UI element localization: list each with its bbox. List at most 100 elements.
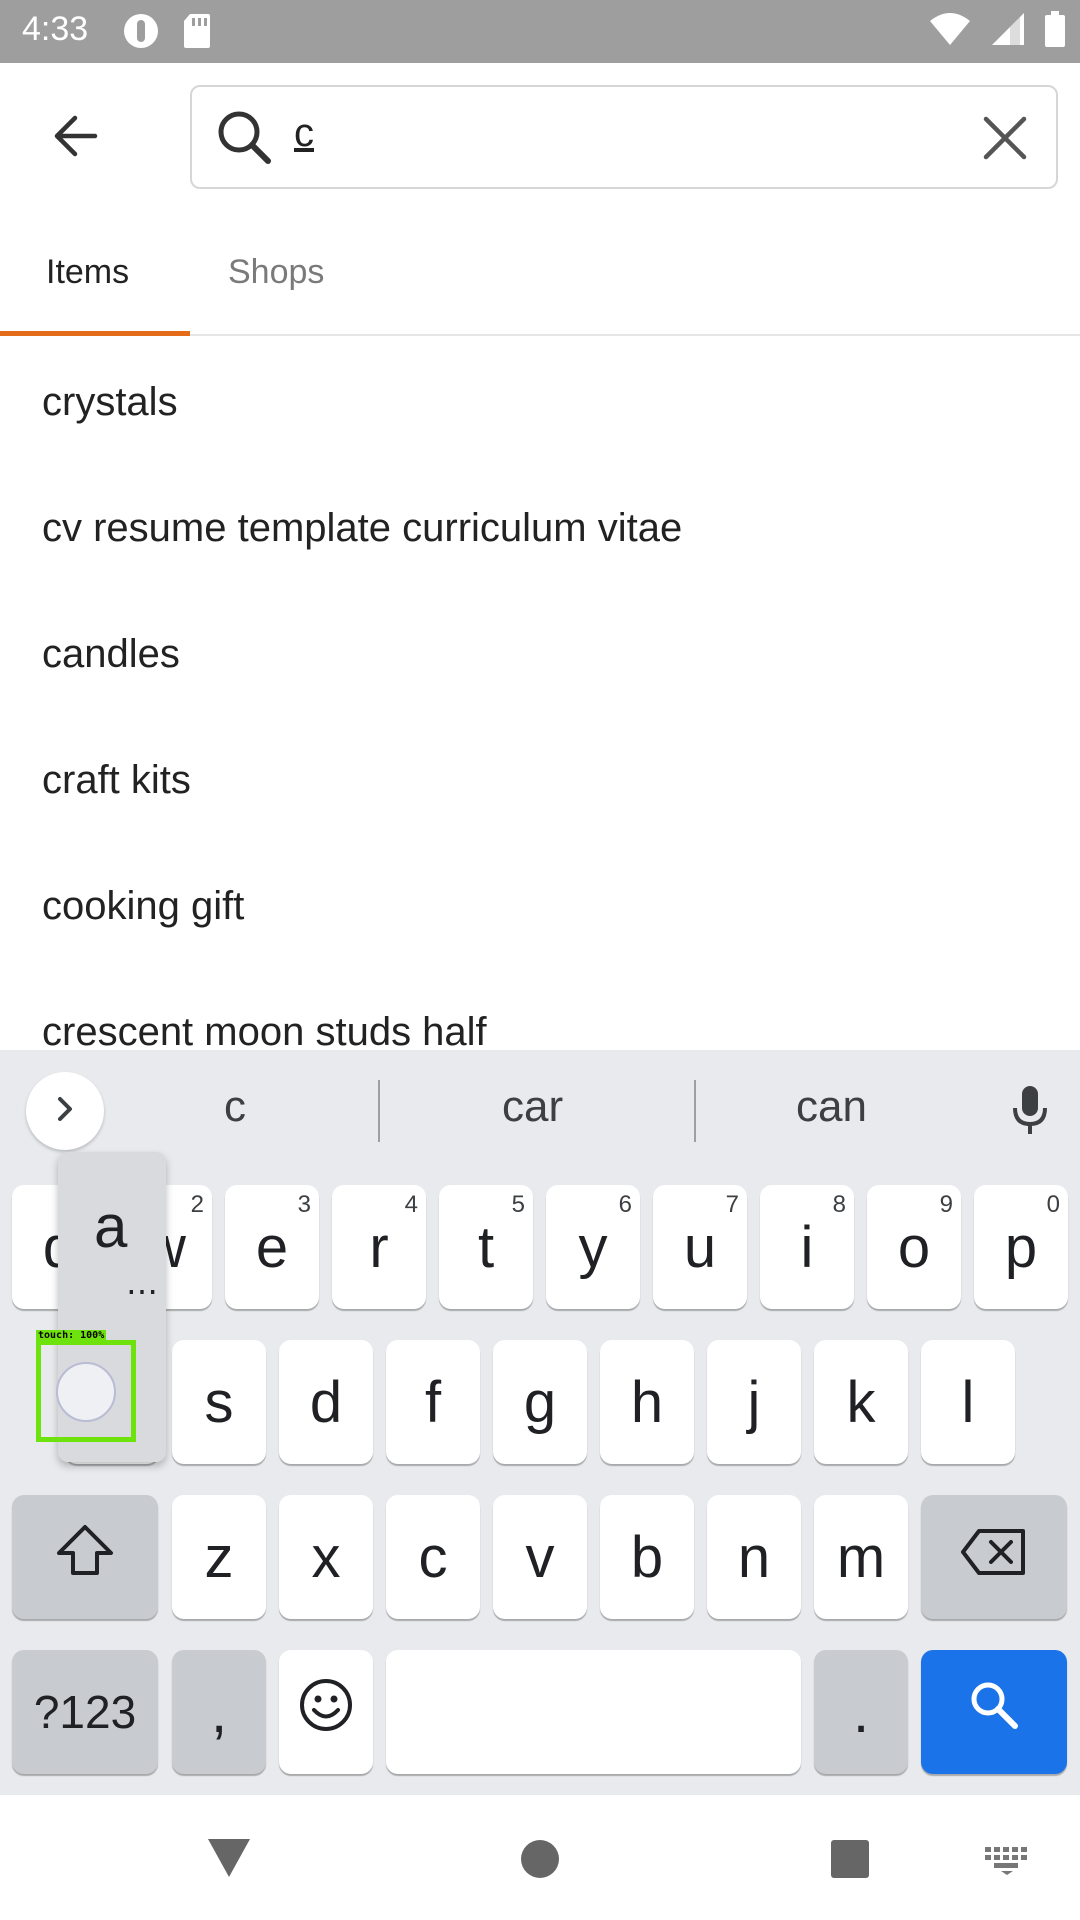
key-c[interactable]: c — [386, 1495, 480, 1619]
key-label: z — [204, 1524, 234, 1590]
suggestion-item[interactable]: cv resume template curriculum vitae — [42, 506, 682, 551]
suggestion-item[interactable]: candles — [42, 632, 180, 677]
emoji-key[interactable] — [279, 1650, 373, 1774]
key-z[interactable]: z — [172, 1495, 266, 1619]
key-m[interactable]: m — [814, 1495, 908, 1619]
key-e[interactable]: e3 — [225, 1185, 319, 1309]
key-label: s — [204, 1369, 234, 1435]
keyboard-suggestion[interactable]: c — [224, 1082, 246, 1132]
key-label: c — [418, 1524, 448, 1590]
sd-card-icon — [182, 12, 212, 54]
key-label: h — [630, 1369, 664, 1435]
key-u[interactable]: u7 — [653, 1185, 747, 1309]
key-x[interactable]: x — [279, 1495, 373, 1619]
key-label: v — [525, 1524, 555, 1590]
popup-letter: a — [94, 1193, 128, 1260]
key-label: r — [369, 1214, 389, 1280]
keyboard-suggestion-strip: c car can — [0, 1050, 1080, 1160]
shift-key[interactable] — [12, 1495, 158, 1619]
space-key[interactable] — [386, 1650, 801, 1774]
status-time: 4:33 — [22, 10, 89, 48]
suggestion-item[interactable]: crescent moon studs half — [42, 1010, 487, 1050]
key-label: l — [961, 1369, 975, 1435]
tab-shops[interactable]: Shops — [228, 253, 324, 292]
keyboard-suggestion[interactable]: car — [502, 1082, 563, 1132]
key-i[interactable]: i8 — [760, 1185, 854, 1309]
search-tabs: Items Shops — [0, 213, 1080, 336]
key-v[interactable]: v — [493, 1495, 587, 1619]
recents-square-icon[interactable] — [830, 1839, 870, 1883]
search-field[interactable]: c — [190, 85, 1058, 189]
key-label: p — [1004, 1214, 1038, 1280]
backspace-icon — [959, 1524, 1029, 1591]
key-p[interactable]: p0 — [974, 1185, 1068, 1309]
key-j[interactable]: j — [707, 1340, 801, 1464]
key-hint: 8 — [832, 1191, 846, 1218]
key-d[interactable]: d — [279, 1340, 373, 1464]
close-icon[interactable] — [980, 113, 1030, 167]
key-n[interactable]: n — [707, 1495, 801, 1619]
key-s[interactable]: s — [172, 1340, 266, 1464]
comma-key[interactable]: , — [172, 1650, 266, 1774]
arrow-back-icon — [51, 114, 99, 162]
touch-label: touch: 100% — [36, 1330, 107, 1341]
key-t[interactable]: t5 — [439, 1185, 533, 1309]
keyboard-expand-button[interactable] — [26, 1072, 104, 1150]
suggestion-list: crystals cv resume template curriculum v… — [0, 338, 1080, 1050]
app-header: c — [0, 63, 1080, 213]
keyboard-suggestion[interactable]: can — [796, 1082, 867, 1132]
back-button[interactable] — [40, 103, 110, 173]
popup-more-indicator: … — [126, 1264, 158, 1302]
chevron-right-icon — [50, 1094, 80, 1128]
key-o[interactable]: o9 — [867, 1185, 961, 1309]
key-f[interactable]: f — [386, 1340, 480, 1464]
key-label: e — [255, 1214, 289, 1280]
key-l[interactable]: l — [921, 1340, 1015, 1464]
key-hint: 4 — [404, 1191, 418, 1218]
key-label: f — [424, 1369, 442, 1435]
wifi-icon — [928, 11, 972, 51]
suggestion-item[interactable]: craft kits — [42, 758, 191, 803]
key-label: n — [737, 1524, 771, 1590]
key-label: t — [477, 1214, 495, 1280]
back-triangle-icon[interactable] — [206, 1837, 252, 1883]
key-label: g — [523, 1369, 557, 1435]
key-hint: 3 — [297, 1191, 311, 1218]
key-hint: 5 — [511, 1191, 525, 1218]
key-k[interactable]: k — [814, 1340, 908, 1464]
emoji-icon — [298, 1677, 354, 1747]
navigation-bar — [0, 1795, 1080, 1920]
search-input[interactable]: c — [294, 111, 314, 156]
tab-items[interactable]: Items — [46, 253, 129, 292]
search-icon — [967, 1678, 1021, 1746]
backspace-key[interactable] — [921, 1495, 1067, 1619]
battery-icon — [1044, 10, 1066, 52]
microphone-icon[interactable] — [1010, 1084, 1050, 1142]
suggestion-divider — [378, 1080, 380, 1142]
suggestion-divider — [694, 1080, 696, 1142]
key-r[interactable]: r4 — [332, 1185, 426, 1309]
key-label: o — [897, 1214, 931, 1280]
period-key[interactable]: . — [814, 1650, 908, 1774]
active-tab-indicator — [0, 331, 190, 336]
key-label: b — [630, 1524, 664, 1590]
key-b[interactable]: b — [600, 1495, 694, 1619]
keyboard-switch-icon[interactable] — [985, 1847, 1029, 1879]
key-label: u — [683, 1214, 717, 1280]
search-action-key[interactable] — [921, 1650, 1067, 1774]
suggestion-item[interactable]: crystals — [42, 380, 178, 425]
key-y[interactable]: y6 — [546, 1185, 640, 1309]
status-bar: 4:33 — [0, 0, 1080, 63]
search-icon — [214, 107, 274, 171]
key-g[interactable]: g — [493, 1340, 587, 1464]
key-label: ?123 — [33, 1686, 137, 1738]
key-label: m — [836, 1524, 886, 1590]
suggestion-item[interactable]: cooking gift — [42, 884, 244, 929]
key-h[interactable]: h — [600, 1340, 694, 1464]
symbols-key[interactable]: ?123 — [12, 1650, 158, 1774]
key-label: j — [747, 1369, 761, 1435]
key-label: d — [309, 1369, 343, 1435]
home-circle-icon[interactable] — [520, 1839, 560, 1883]
key-label: y — [578, 1214, 608, 1280]
key-label: x — [311, 1524, 341, 1590]
